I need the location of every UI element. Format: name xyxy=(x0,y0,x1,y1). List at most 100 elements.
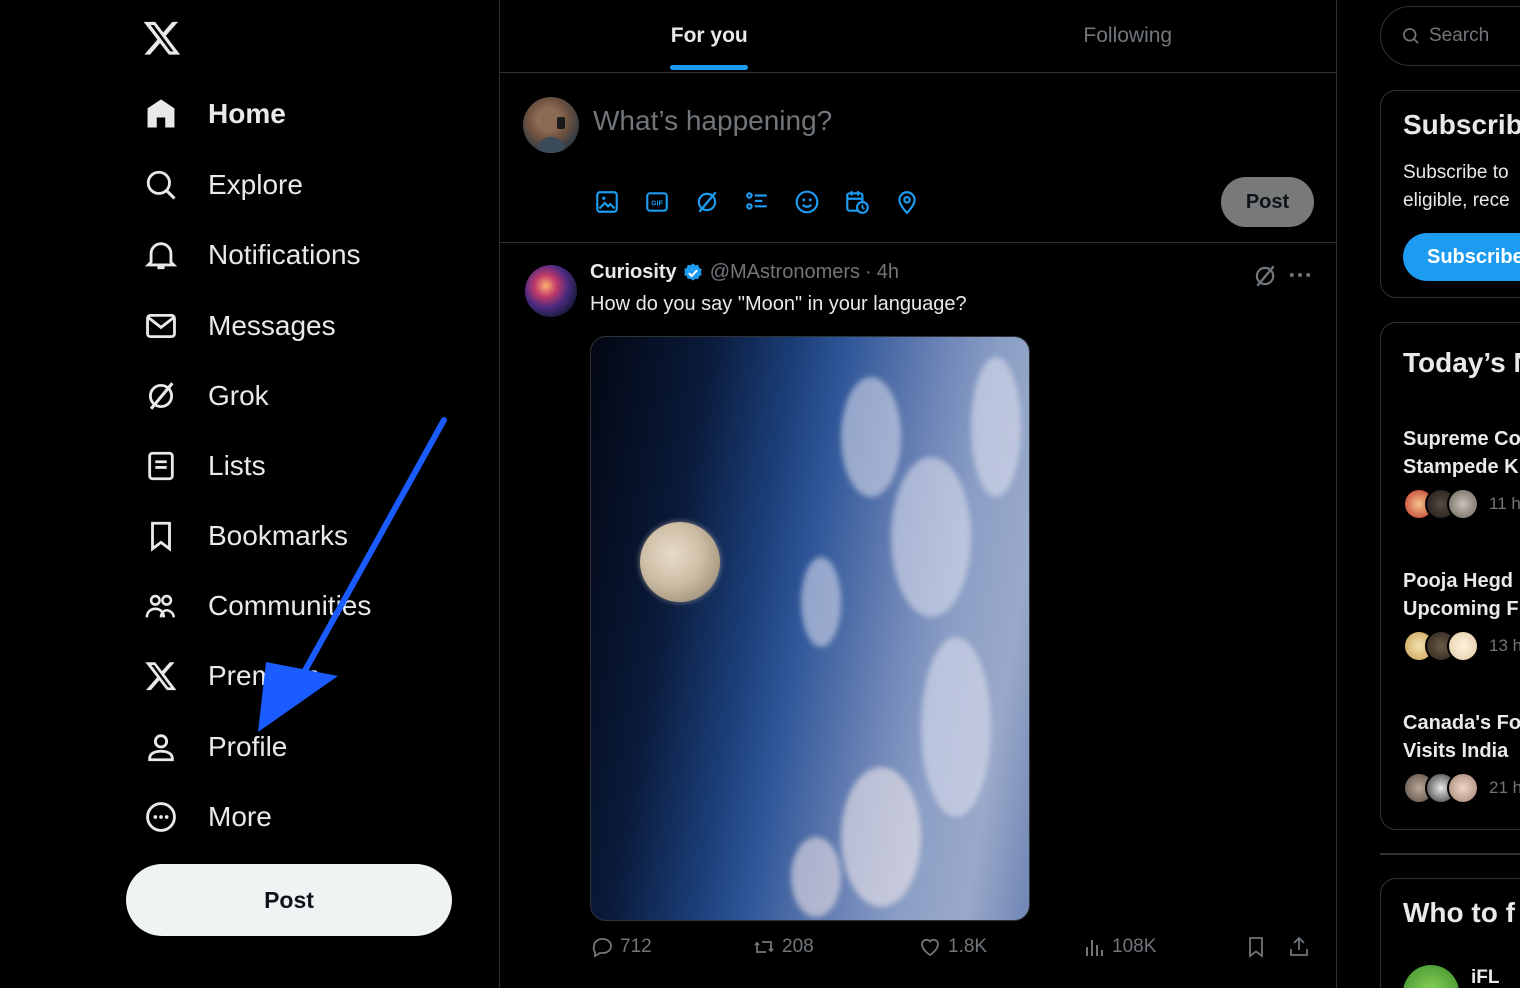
bell-icon xyxy=(140,234,182,276)
nav-item-notifications[interactable]: Notifications xyxy=(140,227,361,283)
like-button[interactable]: 1.8K xyxy=(918,935,987,959)
tweet[interactable]: Curiosity @MAstronomers · 4h How do you … xyxy=(500,243,1337,988)
compose-post-button[interactable]: Post xyxy=(1221,177,1314,227)
more-circle-icon xyxy=(140,796,182,838)
location-icon[interactable] xyxy=(892,187,922,217)
nav-label: Bookmarks xyxy=(208,520,349,551)
nav-item-lists[interactable]: Lists xyxy=(140,438,266,494)
grok-icon xyxy=(140,375,182,417)
nav-label: Lists xyxy=(208,450,266,481)
search-icon xyxy=(140,164,182,206)
nav-item-communities[interactable]: Communities xyxy=(140,578,371,634)
news-line: Supreme Co xyxy=(1403,428,1520,450)
tab-label: For you xyxy=(670,24,748,47)
avatar[interactable] xyxy=(1403,965,1459,988)
news-line: Canada's Fo xyxy=(1403,712,1520,734)
nav-label: Home xyxy=(208,98,286,129)
home-icon xyxy=(140,93,182,135)
more-options-icon[interactable] xyxy=(1286,261,1314,289)
gif-icon[interactable]: GIF xyxy=(642,187,672,217)
views-icon xyxy=(1086,940,1103,956)
news-line: Stampede K xyxy=(1403,456,1519,478)
avatar xyxy=(1447,630,1479,662)
reply-button[interactable]: 712 xyxy=(590,935,652,959)
avatar[interactable] xyxy=(525,265,577,317)
share-button[interactable] xyxy=(1287,935,1317,959)
search-placeholder: Search xyxy=(1429,25,1490,46)
image-icon[interactable] xyxy=(592,187,622,217)
tweet-text: How do you say "Moon" in your language? xyxy=(590,293,967,315)
tweet-time[interactable]: 4h xyxy=(877,261,899,284)
timeline-tabs: For you Following xyxy=(500,0,1337,73)
left-sidebar: Home Explore Notifications Messages Grok… xyxy=(0,0,500,988)
views-count: 108K xyxy=(1112,936,1157,957)
subscribe-button[interactable]: Subscribe xyxy=(1403,233,1520,281)
tweet-handle[interactable]: @MAstronomers xyxy=(710,261,860,284)
compose-input[interactable]: What’s happening? xyxy=(593,105,832,137)
subscribe-title: Subscrib xyxy=(1403,109,1520,140)
news-title: Today’s N xyxy=(1403,347,1520,378)
post-button[interactable]: Post xyxy=(126,864,452,936)
tab-for-you[interactable]: For you xyxy=(500,0,919,72)
bookmark-button[interactable] xyxy=(1244,935,1274,959)
svg-text:GIF: GIF xyxy=(651,200,663,207)
nav-label: Messages xyxy=(208,310,336,341)
emoji-icon[interactable] xyxy=(792,187,822,217)
repost-count: 208 xyxy=(782,936,814,957)
nav-label: Profile xyxy=(208,731,288,762)
news-item-3-meta: 21 ho xyxy=(1403,772,1520,804)
composer-toolbar: GIF xyxy=(592,187,942,217)
tab-label: Following xyxy=(1083,24,1173,47)
subscribe-text-1: Subscribe to xyxy=(1403,162,1509,183)
nav-item-explore[interactable]: Explore xyxy=(140,157,303,213)
x-logo-icon[interactable] xyxy=(142,18,182,58)
repost-button[interactable]: 208 xyxy=(752,935,814,959)
news-line: Visits India xyxy=(1403,740,1509,762)
tab-following[interactable]: Following xyxy=(919,0,1338,72)
tweet-image[interactable] xyxy=(590,336,1030,921)
nav-item-premium[interactable]: Premium xyxy=(140,648,320,704)
schedule-icon[interactable] xyxy=(842,187,872,217)
search-input[interactable]: Search xyxy=(1380,6,1520,66)
nav-item-more[interactable]: More xyxy=(140,789,272,845)
like-count: 1.8K xyxy=(948,936,988,957)
nav-item-grok[interactable]: Grok xyxy=(140,368,269,424)
follow-suggestion-name[interactable]: iFL xyxy=(1471,967,1500,988)
news-item-2-headline[interactable]: Pooja Hegd Upcoming F xyxy=(1403,567,1519,623)
nav-item-home[interactable]: Home xyxy=(140,86,286,142)
news-card: Today’s N Supreme Co Stampede K 11 ho Po… xyxy=(1380,322,1520,830)
news-line: Upcoming F xyxy=(1403,598,1519,620)
views-button[interactable]: 108K xyxy=(1082,935,1156,959)
nav-label: Explore xyxy=(208,169,303,200)
nav-item-profile[interactable]: Profile xyxy=(140,719,287,775)
news-time: 13 ho xyxy=(1489,636,1520,655)
nav-item-bookmarks[interactable]: Bookmarks xyxy=(140,508,348,564)
tweet-actions: 712 208 1.8K 108K xyxy=(590,935,1320,971)
divider xyxy=(1380,853,1520,855)
news-time: 21 ho xyxy=(1489,778,1520,797)
avatar xyxy=(1447,772,1479,804)
share-icon xyxy=(1290,936,1308,956)
main-timeline: For you Following What’s happening? GIF … xyxy=(500,0,1337,988)
poll-icon[interactable] xyxy=(742,187,772,217)
separator-dot: · xyxy=(865,261,872,283)
nav-item-messages[interactable]: Messages xyxy=(140,298,336,354)
who-to-follow-title: Who to f xyxy=(1403,897,1515,928)
grok-icon[interactable] xyxy=(1252,263,1278,289)
tweet-author[interactable]: Curiosity xyxy=(590,261,677,284)
grok-icon[interactable] xyxy=(692,187,722,217)
nav-label: Premium xyxy=(208,660,321,691)
right-sidebar: Search Subscrib Subscribe to eligible, r… xyxy=(1337,0,1520,988)
heart-icon xyxy=(921,938,939,957)
active-tab-indicator xyxy=(670,65,749,70)
news-item-1-headline[interactable]: Supreme Co Stampede K xyxy=(1403,425,1520,481)
bookmark-icon xyxy=(140,515,182,557)
search-icon xyxy=(1403,28,1419,44)
reply-count: 712 xyxy=(620,936,652,957)
news-item-2-meta: 13 ho xyxy=(1403,630,1520,662)
person-icon xyxy=(140,726,182,768)
x-logo-icon xyxy=(140,655,182,697)
avatar[interactable] xyxy=(523,97,579,153)
news-item-3-headline[interactable]: Canada's Fo Visits India xyxy=(1403,709,1520,765)
subscribe-card: Subscrib Subscribe to eligible, rece Sub… xyxy=(1380,90,1520,298)
